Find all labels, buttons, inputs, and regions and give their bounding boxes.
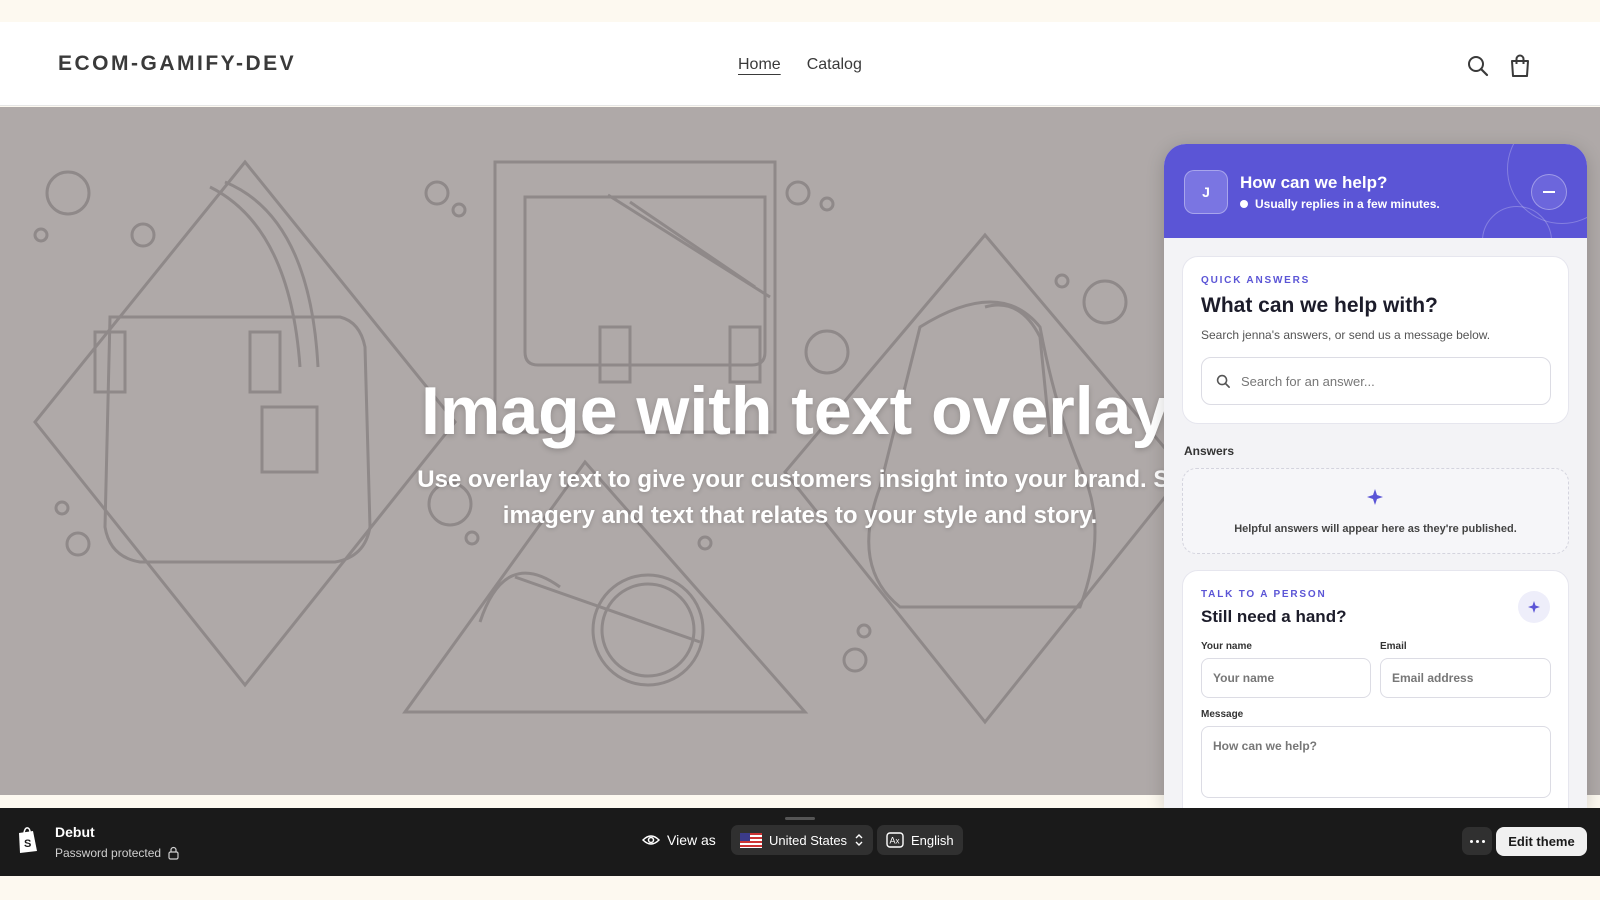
view-as-label: View as (667, 832, 716, 848)
drag-handle[interactable] (785, 817, 815, 820)
dot-icon (1475, 839, 1479, 843)
theme-status-text: Password protected (55, 846, 162, 860)
name-field[interactable] (1201, 658, 1371, 698)
answer-search-box[interactable] (1201, 357, 1551, 405)
eye-icon (642, 835, 660, 845)
theme-name: Debut (55, 824, 95, 840)
country-selector[interactable]: United States (731, 825, 874, 855)
minus-icon (1543, 191, 1555, 193)
email-field[interactable] (1380, 658, 1551, 698)
quick-answers-card: QUICK ANSWERS What can we help with? Sea… (1182, 256, 1569, 424)
language-selector[interactable]: Ax English (877, 825, 963, 855)
us-flag-icon (740, 832, 762, 848)
svg-text:x: x (896, 837, 900, 846)
agent-avatar: J (1184, 170, 1228, 214)
chat-header: J How can we help? Usually replies in a … (1164, 144, 1587, 238)
quick-answers-title: What can we help with? (1201, 294, 1438, 317)
country-label: United States (769, 832, 848, 848)
theme-status: Password protected (55, 846, 180, 860)
online-dot-icon (1240, 200, 1248, 208)
bottom-strip (0, 876, 1600, 900)
answers-empty-state: Helpful answers will appear here as they… (1182, 468, 1569, 554)
name-label: Your name (1201, 641, 1252, 652)
language-label: English (911, 832, 954, 848)
nav-link-home[interactable]: Home (738, 56, 781, 74)
search-icon[interactable] (1465, 53, 1491, 79)
talk-title: Still need a hand? (1201, 607, 1347, 626)
store-logo[interactable]: ECOM-GAMIFY-DEV (58, 52, 296, 76)
sparkle-icon (1528, 601, 1540, 613)
sparkle-icon (1367, 489, 1383, 505)
hero-subtitle-line-2: imagery and text that relates to your st… (502, 502, 1098, 529)
answer-search-input[interactable] (1241, 373, 1531, 389)
theme-preview-bar: S Debut Password protected View as Unite… (0, 808, 1600, 876)
chat-title: How can we help? (1240, 173, 1388, 192)
search-icon (1216, 374, 1230, 388)
more-options-button[interactable] (1462, 827, 1492, 855)
cart-icon[interactable] (1507, 53, 1533, 79)
dot-icon (1481, 839, 1485, 843)
dot-icon (1469, 839, 1473, 843)
lock-icon (168, 846, 179, 860)
store-header: ECOM-GAMIFY-DEV Home Catalog (0, 22, 1600, 106)
top-strip (0, 0, 1600, 22)
nav-link-catalog[interactable]: Catalog (807, 56, 862, 74)
answers-empty-text: Helpful answers will appear here as they… (1234, 523, 1517, 535)
edit-theme-button[interactable]: Edit theme (1496, 827, 1587, 856)
minimize-button[interactable] (1531, 174, 1567, 210)
chat-status: Usually replies in a few minutes. (1240, 197, 1440, 211)
shopify-bag-icon: S (19, 827, 37, 853)
view-as: View as (642, 832, 716, 848)
message-field[interactable] (1201, 726, 1551, 798)
translate-icon: Ax (886, 832, 904, 848)
svg-text:S: S (24, 838, 31, 850)
chat-status-text: Usually replies in a few minutes. (1255, 197, 1440, 211)
talk-to-person-card: TALK TO A PERSON Still need a hand? Your… (1182, 570, 1569, 808)
sparkle-badge (1518, 591, 1550, 623)
chevron-updown-icon (855, 834, 863, 846)
email-label: Email (1380, 641, 1407, 652)
quick-answers-description: Search jenna's answers, or send us a mes… (1201, 328, 1491, 342)
main-nav: Home Catalog (738, 56, 862, 74)
hero-subtitle-line-1: Use overlay text to give your customers … (417, 466, 1183, 493)
chat-widget: J How can we help? Usually replies in a … (1164, 144, 1587, 808)
hero-subtitle: Use overlay text to give your customers … (290, 462, 1310, 534)
quick-answers-eyebrow: QUICK ANSWERS (1201, 275, 1311, 286)
answers-label: Answers (1184, 444, 1235, 458)
talk-eyebrow: TALK TO A PERSON (1201, 589, 1327, 600)
message-label: Message (1201, 709, 1244, 720)
